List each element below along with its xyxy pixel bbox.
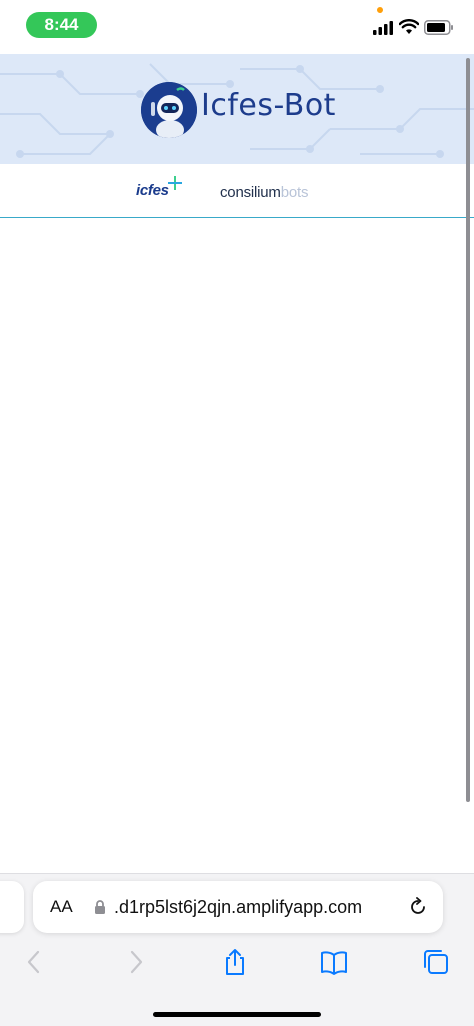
url-text[interactable]: .d1rp5lst6j2qjn.amplifyapp.com <box>114 897 362 918</box>
chevron-right-icon[interactable] <box>122 948 150 976</box>
consiliumbots-logo: consiliumbots <box>220 184 308 201</box>
chevron-left-icon[interactable] <box>20 948 48 976</box>
battery-icon <box>424 20 453 35</box>
icfes-logo: icfes <box>136 182 169 199</box>
privacy-indicator-dot <box>377 7 383 13</box>
app-title: Icfes-Bot <box>201 88 336 123</box>
bots-text: bots <box>280 184 309 201</box>
icfes-sparkle-icon <box>168 176 182 190</box>
text-size-button[interactable]: AA <box>50 897 73 917</box>
reload-icon[interactable] <box>408 897 428 917</box>
lock-icon <box>95 900 105 914</box>
consilium-text: consilium <box>220 184 281 201</box>
home-indicator[interactable] <box>153 1012 321 1017</box>
text-size-label: AA <box>50 897 73 916</box>
tabs-icon[interactable] <box>422 948 450 976</box>
page-scrollbar[interactable] <box>466 58 470 802</box>
previous-tab-preview[interactable] <box>0 881 24 933</box>
book-icon[interactable] <box>320 948 348 976</box>
status-bar: 8:44 <box>0 0 474 54</box>
signal-icon <box>373 21 393 35</box>
status-time[interactable]: 8:44 <box>26 12 97 38</box>
chat-content-area[interactable] <box>0 219 474 873</box>
robot-avatar <box>141 82 197 138</box>
share-icon[interactable] <box>221 948 249 976</box>
robot-icon <box>141 82 197 138</box>
wifi-icon <box>399 19 419 34</box>
